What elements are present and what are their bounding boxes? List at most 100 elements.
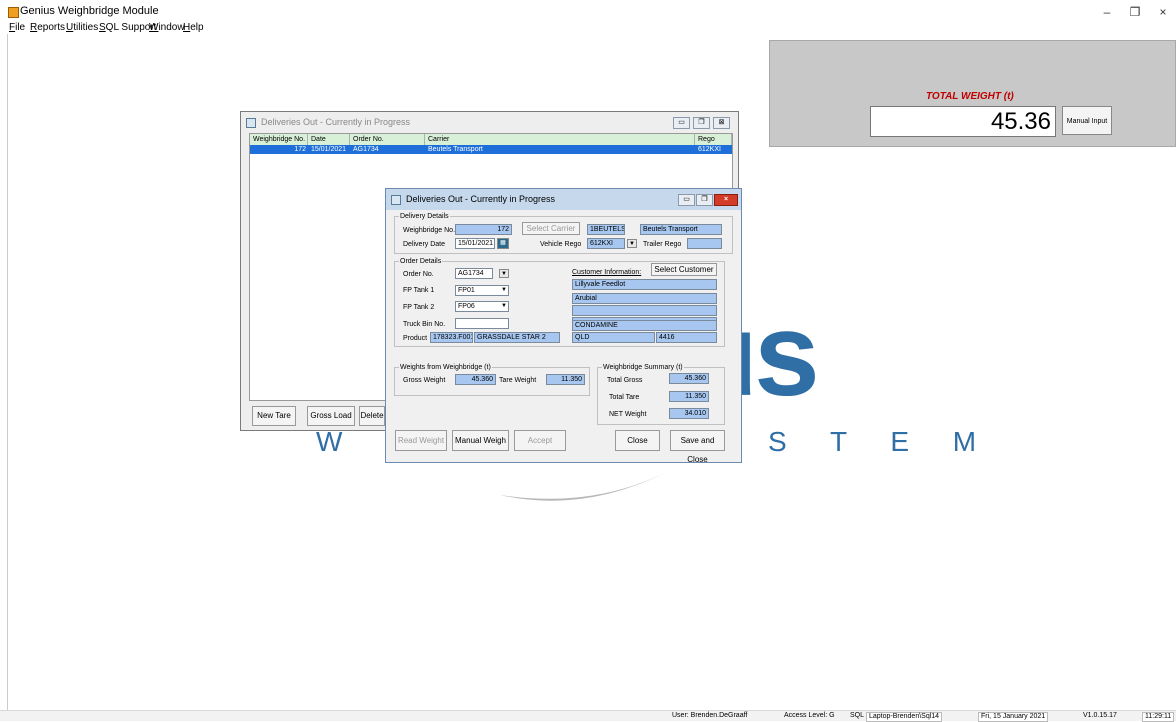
read-weight-button[interactable]: Read Weight	[395, 430, 447, 451]
tare-weight-field[interactable]: 11.350	[546, 374, 585, 385]
order-no-label: Order No.	[403, 271, 434, 278]
delete-button[interactable]: Delete	[359, 406, 385, 426]
net-weight-label: NET Weight	[609, 411, 647, 418]
weights-legend: Weights from Weighbridge (t)	[399, 363, 492, 372]
column-header[interactable]: Rego	[695, 134, 732, 145]
list-restore-button[interactable]: ❐	[693, 117, 710, 129]
manual-weigh-button[interactable]: Manual Weigh	[452, 430, 509, 451]
customer-line-2[interactable]: Arubial	[572, 293, 717, 304]
customer-state-field[interactable]: QLD	[572, 332, 655, 343]
fp-tank2-dropdown-icon[interactable]: ▼	[499, 302, 509, 311]
customer-line-1[interactable]: Lillyvale Feedlot	[572, 279, 717, 290]
cell-date: 15/01/2021	[311, 146, 347, 153]
fp-tank1-dropdown-icon[interactable]: ▼	[499, 286, 509, 295]
column-header[interactable]: Order No.	[350, 134, 425, 145]
truck-bin-field[interactable]	[455, 318, 509, 329]
total-gross-label: Total Gross	[607, 377, 643, 384]
menu-file[interactable]: File	[9, 22, 25, 33]
menu-help[interactable]: Help	[183, 22, 204, 33]
cell-carrier: Beutels Transport	[428, 146, 483, 153]
app-title: Genius Weighbridge Module	[20, 5, 159, 17]
menu-bar: File Reports Utilities SQL Support Windo…	[0, 22, 1176, 33]
dialog-restore-button[interactable]: ❐	[696, 194, 713, 206]
vehicle-rego-field[interactable]: 612KXI	[587, 238, 625, 249]
tare-weight-label: Tare Weight	[499, 377, 537, 384]
status-access-level: Access Level: G	[784, 712, 835, 719]
fp-tank2-label: FP Tank 2	[403, 304, 435, 311]
status-sql-server: Laptop-Brenden\Sql14	[866, 712, 943, 722]
list-close-button[interactable]: ⊠	[713, 117, 730, 129]
vehicle-rego-dropdown-icon[interactable]: ▼	[627, 239, 637, 248]
total-tare-field: 11.350	[669, 391, 709, 402]
total-weight-display: 45.36	[870, 106, 1056, 137]
product-label: Product	[403, 335, 428, 342]
fp-tank1-label: FP Tank 1	[403, 287, 435, 294]
customer-info-label: Customer Information:	[572, 269, 642, 276]
dialog-close-button[interactable]: ×	[714, 194, 738, 206]
customer-line-5[interactable]: CONDAMINE	[572, 320, 717, 331]
status-sql-label: SQL	[850, 712, 865, 719]
gross-weight-label: Gross Weight	[403, 377, 446, 384]
menu-utilities[interactable]: Utilities	[66, 22, 98, 33]
delivery-dialog-window: Deliveries Out - Currently in Progress ▭…	[385, 188, 742, 464]
weighbridge-no-field[interactable]: 172	[455, 224, 512, 235]
summary-legend: Weighbridge Summary (t)	[602, 363, 684, 372]
customer-postcode-field[interactable]: 4416	[656, 332, 717, 343]
carrier-name-field[interactable]: Beutels Transport	[640, 224, 722, 235]
restore-button[interactable]: ❐	[1128, 6, 1142, 18]
select-carrier-button[interactable]: Select Carrier	[522, 222, 580, 235]
status-time: 11:29:11	[1142, 712, 1175, 722]
cell-weighbridge-no: 172	[294, 146, 306, 153]
delivery-date-label: Delivery Date	[403, 241, 446, 248]
window-icon	[391, 195, 401, 205]
truck-bin-label: Truck Bin No.	[403, 321, 446, 328]
net-weight-field: 34.010	[669, 408, 709, 419]
carrier-code-field[interactable]: 1BEUTELS	[587, 224, 625, 235]
customer-line-3[interactable]	[572, 305, 717, 316]
app-logo-icon	[8, 7, 19, 18]
menu-reports[interactable]: Reports	[30, 22, 65, 33]
status-bar: User: Brenden.DeGraaff Access Level: G S…	[0, 710, 1176, 722]
menu-window[interactable]: Window	[149, 22, 185, 33]
status-version: V1.0.15.17	[1083, 712, 1117, 719]
column-header[interactable]: Weighbridge No.	[250, 134, 308, 145]
product-code-field[interactable]: 178323.F001	[430, 332, 473, 343]
cell-order-no: AG1734	[353, 146, 379, 153]
delivery-details-legend: Delivery Details	[399, 212, 450, 221]
status-date: Fri, 15 January 2021	[978, 712, 1049, 722]
total-tare-label: Total Tare	[609, 394, 640, 401]
list-minimize-button[interactable]: ▭	[673, 117, 690, 129]
dialog-minimize-button[interactable]: ▭	[678, 194, 695, 206]
save-and-close-button[interactable]: Save and Close	[670, 430, 725, 464]
order-no-field[interactable]: AG1734	[455, 268, 493, 279]
vehicle-rego-label: Vehicle Rego	[540, 241, 582, 248]
total-weight-label: TOTAL WEIGHT (t)	[926, 91, 1014, 102]
list-window-title: Deliveries Out - Currently in Progress	[261, 117, 411, 127]
column-header[interactable]: Date	[308, 134, 350, 145]
gross-load-button[interactable]: Gross Load	[307, 406, 355, 426]
weighbridge-no-label: Weighbridge No.	[403, 227, 456, 234]
order-no-dropdown-icon[interactable]: ▼	[499, 269, 509, 278]
new-tare-button[interactable]: New Tare	[252, 406, 296, 426]
column-header[interactable]: Carrier	[425, 134, 695, 145]
close-button[interactable]: ×	[1156, 6, 1170, 18]
trailer-rego-label: Trailer Rego	[643, 241, 682, 248]
trailer-rego-field[interactable]	[687, 238, 722, 249]
calendar-icon[interactable]: ▦	[497, 238, 509, 249]
window-icon	[246, 118, 256, 128]
cell-rego: 612KXI	[698, 146, 721, 153]
accept-button[interactable]: Accept	[514, 430, 566, 451]
total-gross-field: 45.360	[669, 373, 709, 384]
delivery-date-field[interactable]: 15/01/2021	[455, 238, 495, 249]
order-details-legend: Order Details	[399, 257, 443, 266]
close-dialog-button[interactable]: Close	[615, 430, 660, 451]
app-title-bar: Genius Weighbridge Module – ❐ ×	[0, 0, 1176, 22]
product-name-field[interactable]: GRASSDALE STAR 2	[474, 332, 560, 343]
background-logo-subtitle-right: S T E M	[768, 426, 995, 457]
minimize-button[interactable]: –	[1100, 6, 1114, 18]
select-customer-button[interactable]: Select Customer	[651, 263, 717, 276]
gross-weight-field[interactable]: 45.360	[455, 374, 496, 385]
manual-input-button[interactable]: Manual Input	[1062, 106, 1112, 135]
status-user: User: Brenden.DeGraaff	[672, 712, 748, 719]
menu-sql-support[interactable]: SQL Support	[99, 22, 156, 33]
